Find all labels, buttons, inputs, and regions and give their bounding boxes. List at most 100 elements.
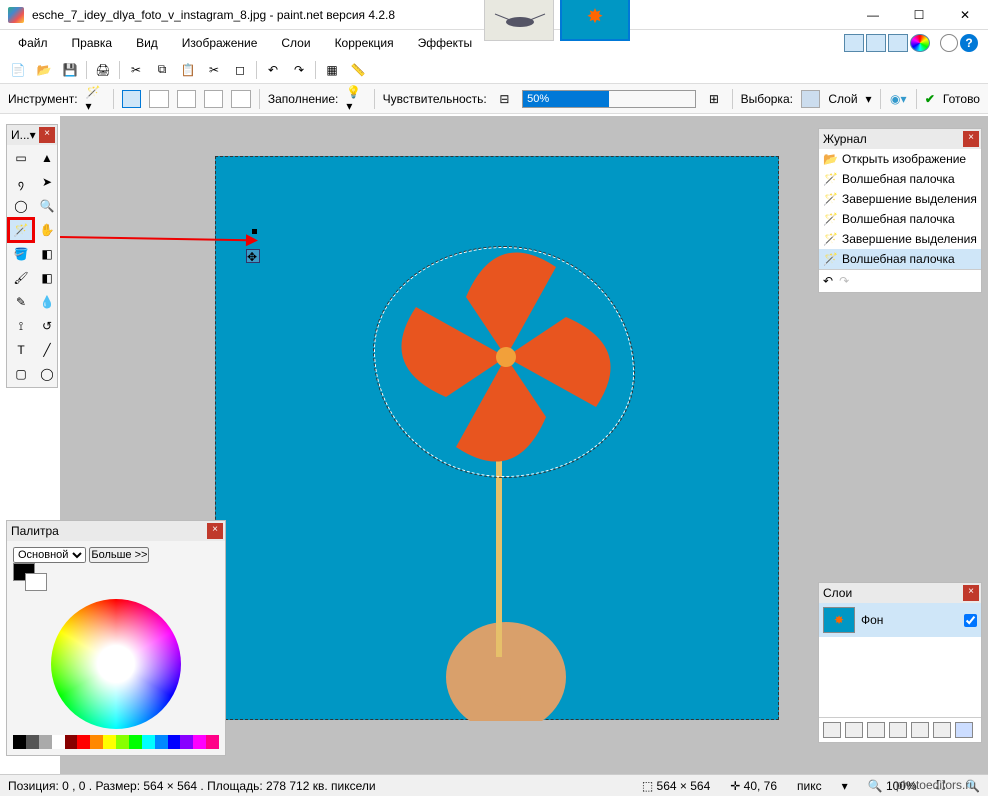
sampling-swatch[interactable] [801, 90, 820, 108]
tool-gradient[interactable]: ◧ [35, 243, 59, 265]
current-tool-icon[interactable]: 🪄▾ [86, 89, 105, 109]
menu-layers[interactable]: Слои [271, 33, 320, 53]
tolerance-slider[interactable]: 50% [522, 90, 696, 108]
tools-panel-title[interactable]: И... ▾ × [7, 125, 57, 145]
menu-edit[interactable]: Правка [62, 33, 123, 53]
selection-intersect[interactable] [204, 90, 223, 108]
paste-icon[interactable]: 📋 [178, 60, 198, 80]
history-item[interactable]: 🪄Волшебная палочка [819, 249, 981, 269]
layer-properties[interactable] [955, 722, 973, 738]
deselect-icon[interactable]: ◻ [230, 60, 250, 80]
history-panel-title[interactable]: Журнал × [819, 129, 981, 149]
menu-image[interactable]: Изображение [172, 33, 268, 53]
tools-panel-close[interactable]: × [39, 127, 55, 143]
ruler-icon[interactable]: 📏 [348, 60, 368, 80]
wheel-cursor[interactable] [113, 661, 121, 669]
status-cursor: ✛ 40, 76 [730, 779, 777, 793]
tool-ellipse-select[interactable]: ◯ [9, 195, 33, 217]
tool-line[interactable]: ╱ [35, 339, 59, 361]
redo-icon[interactable]: ↷ [839, 274, 849, 288]
menu-file[interactable]: Файл [8, 33, 58, 53]
tool-recolor[interactable]: ↺ [35, 315, 59, 337]
colors-window-icon[interactable] [910, 34, 930, 52]
tolerance-minus[interactable]: ⊟ [495, 89, 514, 109]
history-item[interactable]: 🪄Волшебная палочка [819, 169, 981, 189]
layer-duplicate[interactable] [867, 722, 885, 738]
tolerance-plus[interactable]: ⊞ [704, 89, 723, 109]
menu-adjust[interactable]: Коррекция [325, 33, 404, 53]
color-swatches[interactable] [13, 563, 49, 593]
settings-icon[interactable] [940, 34, 958, 52]
tool-paintbrush[interactable]: 🖌 [9, 267, 33, 289]
tools-window-icon[interactable] [844, 34, 864, 52]
tool-freeform[interactable]: ◯ [35, 363, 59, 385]
flood-mode-icon[interactable]: 💡▾ [346, 89, 365, 109]
copy-icon[interactable]: ⧉ [152, 60, 172, 80]
save-icon[interactable]: 💾 [60, 60, 80, 80]
history-panel-close[interactable]: × [963, 131, 979, 147]
layer-merge[interactable] [889, 722, 907, 738]
layer-add[interactable] [823, 722, 841, 738]
crop-icon[interactable]: ✂︎ [204, 60, 224, 80]
layers-window-icon[interactable] [888, 34, 908, 52]
minimize-button[interactable]: — [850, 0, 896, 30]
open-icon[interactable]: 📂 [34, 60, 54, 80]
tool-move-selection[interactable]: ▲ [35, 147, 59, 169]
layers-panel-close[interactable]: × [963, 585, 979, 601]
finish-label[interactable]: Готово [943, 92, 980, 106]
tool-paint-bucket[interactable]: 🪣 [9, 243, 33, 265]
layer-down[interactable] [933, 722, 951, 738]
tool-move-pixels[interactable]: ➤ [35, 171, 59, 193]
tool-text[interactable]: T [9, 339, 33, 361]
tool-rect-select[interactable]: ▭ [9, 147, 33, 169]
layers-panel-title[interactable]: Слои × [819, 583, 981, 603]
new-icon[interactable]: 📄 [8, 60, 28, 80]
print-icon[interactable]: 🖨 [93, 60, 113, 80]
tool-magic-wand[interactable]: 🪄 [9, 219, 33, 241]
history-item[interactable]: 🪄Завершение выделения палочкой [819, 229, 981, 249]
tool-pan[interactable]: ✋ [35, 219, 59, 241]
tool-pencil[interactable]: ✎ [9, 291, 33, 313]
selection-add[interactable] [149, 90, 168, 108]
secondary-color-swatch[interactable] [25, 573, 47, 591]
tool-clone-stamp[interactable]: ⟟ [9, 315, 33, 337]
color-mode-select[interactable]: Основной [13, 547, 86, 563]
layer-delete[interactable] [845, 722, 863, 738]
history-item[interactable]: 🪄Завершение выделения палочкой [819, 189, 981, 209]
tool-rectangle[interactable]: ▢ [9, 363, 33, 385]
tool-eraser[interactable]: ◧ [35, 267, 59, 289]
layer-up[interactable] [911, 722, 929, 738]
palette-panel-title[interactable]: Палитра × [7, 521, 225, 541]
maximize-button[interactable]: ☐ [896, 0, 942, 30]
layer-visibility-checkbox[interactable] [964, 614, 977, 627]
palette-panel-close[interactable]: × [207, 523, 223, 539]
grid-icon[interactable]: ▦ [322, 60, 342, 80]
palette-strip[interactable] [13, 735, 219, 749]
history-window-icon[interactable] [866, 34, 886, 52]
menu-view[interactable]: Вид [126, 33, 168, 53]
selection-invert[interactable] [231, 90, 250, 108]
redo-icon[interactable]: ↷ [289, 60, 309, 80]
layer-row[interactable]: ✸ Фон [819, 603, 981, 637]
color-wheel[interactable] [51, 599, 181, 729]
selection-subtract[interactable] [177, 90, 196, 108]
tool-zoom[interactable]: 🔍 [35, 195, 59, 217]
cut-icon[interactable]: ✂ [126, 60, 146, 80]
menu-effects[interactable]: Эффекты [408, 33, 483, 53]
close-button[interactable]: ✕ [942, 0, 988, 30]
undo-icon[interactable]: ↶ [263, 60, 283, 80]
status-units[interactable]: пикс [797, 779, 822, 793]
history-item[interactable]: 📂Открыть изображение [819, 149, 981, 169]
more-button[interactable]: Больше >> [89, 547, 149, 563]
tool-lasso[interactable]: ᠀ [9, 171, 33, 193]
tool-color-picker[interactable]: 💧 [35, 291, 59, 313]
history-item[interactable]: 🪄Волшебная палочка [819, 209, 981, 229]
undo-icon[interactable]: ↶ [823, 274, 833, 288]
canvas[interactable]: ✥ [215, 156, 779, 720]
finish-check-icon[interactable]: ✔ [925, 92, 935, 106]
antialias-icon[interactable]: ◉▾ [889, 89, 908, 109]
sampling-value[interactable]: Слой [828, 92, 857, 106]
selection-replace[interactable] [122, 90, 141, 108]
move-handle-icon[interactable]: ✥ [246, 249, 260, 263]
help-icon[interactable]: ? [960, 34, 978, 52]
